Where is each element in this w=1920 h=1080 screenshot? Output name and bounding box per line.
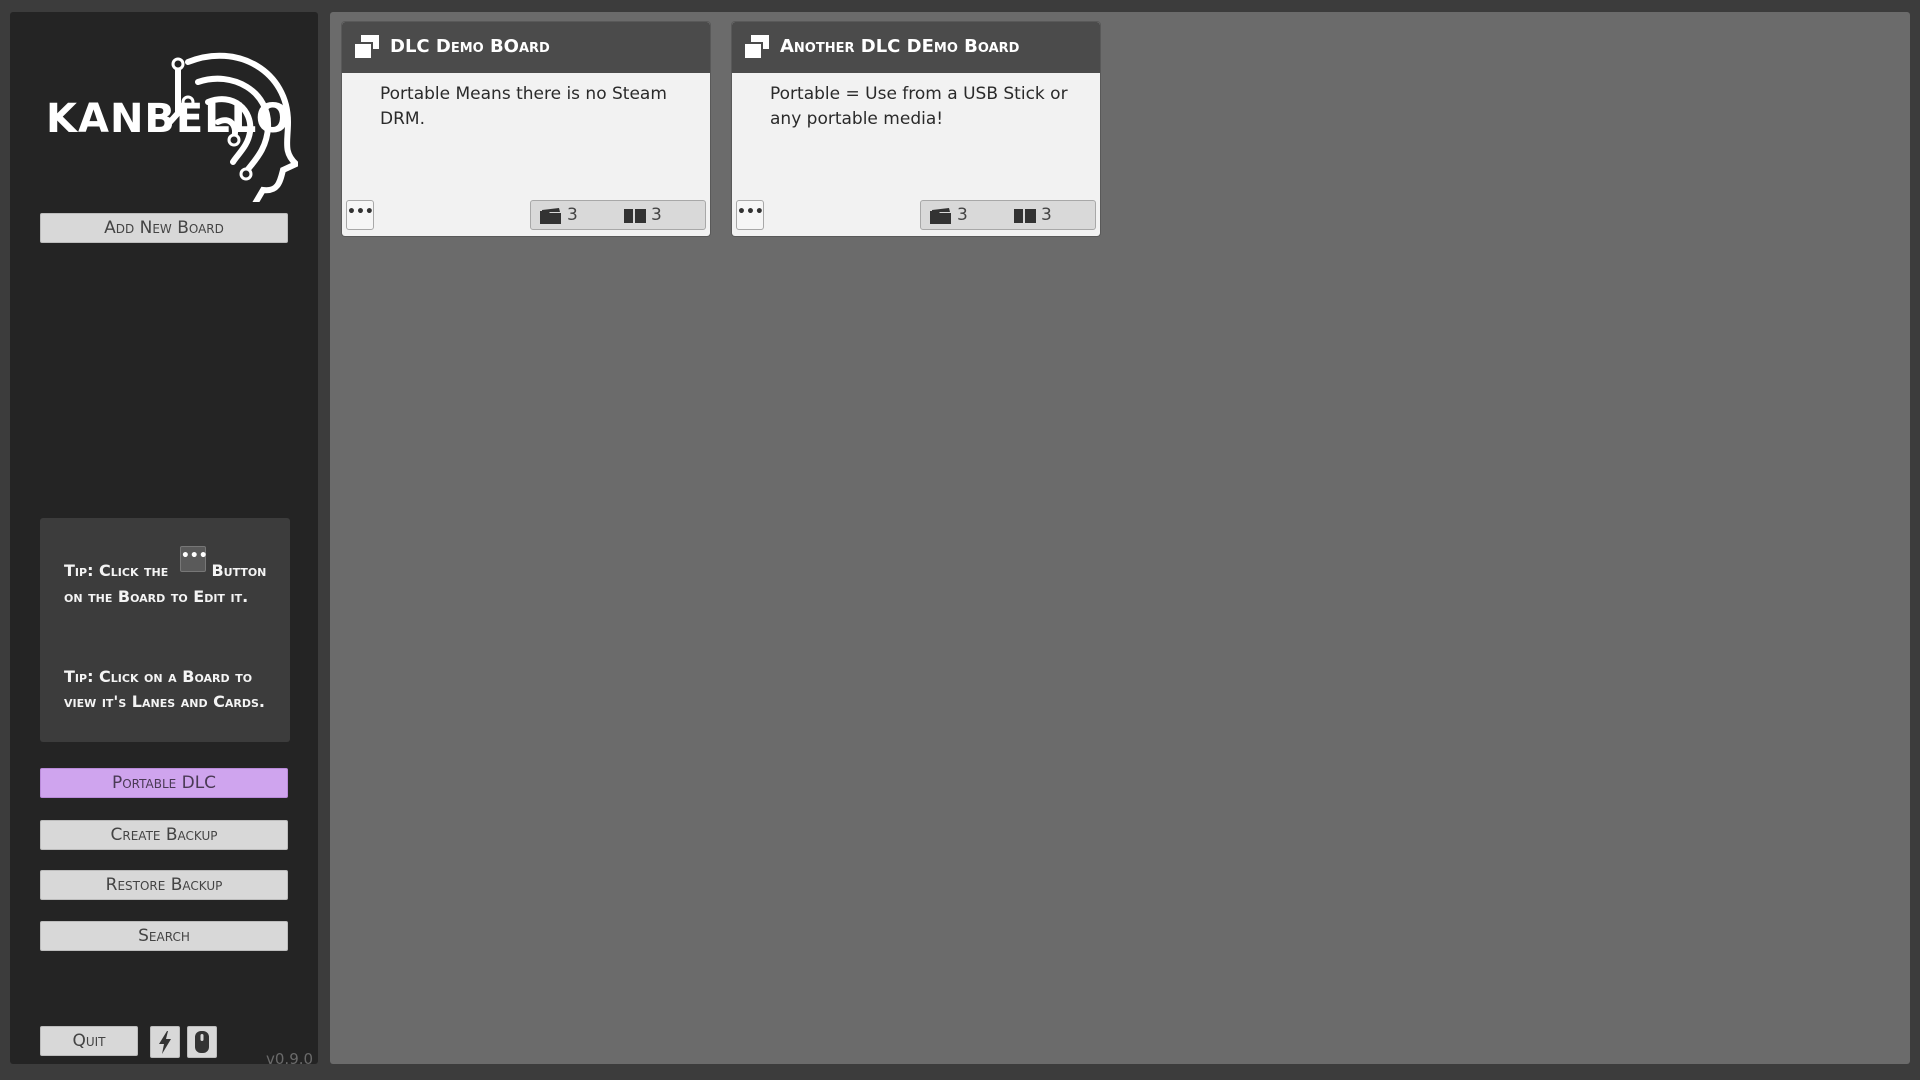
board-header: DLC Demo BOard [342,22,710,73]
version-label: v0.9.0 [266,1050,314,1068]
board-card[interactable]: Another DLC DEmo Board Portable = Use fr… [732,22,1100,236]
quit-button[interactable]: Quit [40,1026,138,1056]
board-title: Another DLC DEmo Board [780,36,1020,57]
lane-count: 3 [957,205,968,225]
board-description: Portable Means there is no Steam DRM. [380,84,667,129]
board-description: Portable = Use from a USB Stick or any p… [770,84,1068,129]
lightning-button[interactable] [150,1026,180,1058]
folder-icon [540,208,561,224]
app-window: KANBELLO Add New Board Tip: Click the ••… [0,0,1920,1080]
card-count: 3 [1041,205,1052,225]
kanbello-logo: KANBELLO [38,42,302,210]
boards-area: DLC Demo BOard Portable Means there is n… [330,12,1910,1064]
tip-open-board: Tip: Click on a Board to view it's Lanes… [64,667,266,711]
book-icon [624,209,646,223]
portable-dlc-button[interactable]: Portable DLC [40,768,288,798]
mouse-button[interactable] [187,1026,217,1058]
create-backup-button[interactable]: Create Backup [40,820,288,850]
card-count: 3 [651,205,662,225]
book-icon [1014,209,1036,223]
board-header: Another DLC DEmo Board [732,22,1100,73]
search-button[interactable]: Search [40,921,288,951]
folder-icon [930,208,951,224]
tips-panel: Tip: Click the ••• Button on the Board t… [40,518,290,742]
board-windows-icon [743,35,769,60]
tip-edit-board: Tip: Click the ••• Button on the Board t… [64,546,274,609]
board-stats: 3 3 [530,200,706,230]
board-windows-icon [353,35,379,60]
restore-backup-button[interactable]: Restore Backup [40,870,288,900]
board-stats: 3 3 [920,200,1096,230]
board-card[interactable]: DLC Demo BOard Portable Means there is n… [342,22,710,236]
board-title: DLC Demo BOard [390,36,550,57]
board-menu-button[interactable]: ••• [736,200,764,230]
tip-edit-before: Tip: Click the [64,561,169,580]
mouse-icon [195,1031,209,1053]
lane-count: 3 [567,205,578,225]
sidebar: KANBELLO Add New Board Tip: Click the ••… [10,12,318,1068]
board-menu-button[interactable]: ••• [346,200,374,230]
dots-icon: ••• [179,546,208,572]
lightning-icon [159,1031,171,1054]
add-new-board-button[interactable]: Add New Board [40,213,288,243]
logo-wordmark: KANBELLO [46,96,291,142]
